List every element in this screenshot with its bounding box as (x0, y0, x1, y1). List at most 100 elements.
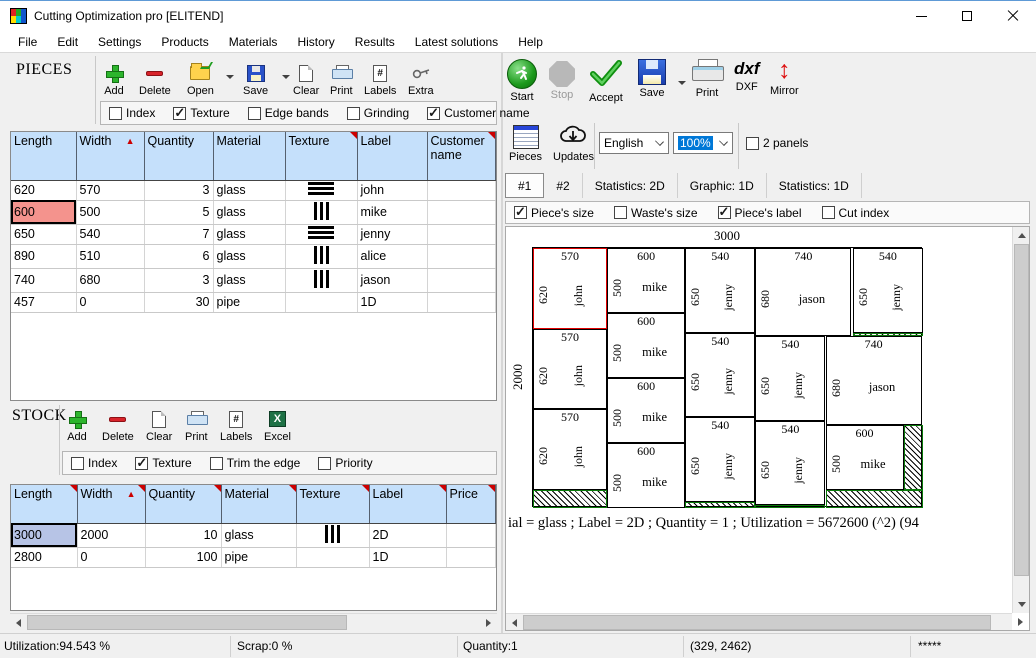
scroll-right-icon[interactable] (480, 614, 497, 631)
col-header-material[interactable]: Material (213, 132, 285, 180)
menu-products[interactable]: Products (151, 33, 218, 51)
diagram-piece[interactable]: 740680jason (826, 336, 922, 424)
col-header-quantity[interactable]: Quantity (144, 132, 213, 180)
stock-add-button[interactable]: Add (66, 409, 88, 443)
table-cell[interactable]: 500 (76, 200, 144, 224)
scroll-right-icon[interactable] (1012, 613, 1029, 630)
pieces-open-button[interactable]: Open (187, 63, 214, 97)
minimize-button[interactable] (898, 1, 944, 31)
diagram-piece[interactable]: 600500mike (607, 313, 685, 378)
table-cell[interactable] (285, 244, 357, 268)
checkbox[interactable] (135, 457, 148, 470)
stock-option-index[interactable]: Index (71, 456, 117, 470)
tab-statistics-1d[interactable]: Statistics: 1D (767, 173, 862, 198)
table-cell[interactable] (285, 224, 357, 244)
table-cell[interactable]: 600 (11, 200, 76, 224)
menu-history[interactable]: History (287, 33, 344, 51)
table-row[interactable]: 7406803glassjason (11, 268, 496, 292)
dxf-button[interactable]: dxf DXF (734, 59, 760, 93)
table-cell[interactable]: 620 (11, 180, 76, 200)
table-cell[interactable]: 457 (11, 292, 76, 312)
table-row[interactable]: 6505407glassjenny (11, 224, 496, 244)
table-cell[interactable]: 0 (76, 292, 144, 312)
diagram-piece[interactable]: 540650jenny (755, 336, 825, 421)
save-dropdown-caret[interactable] (282, 75, 290, 79)
col-header-length[interactable]: Length (11, 485, 77, 523)
tab-2[interactable]: #2 (544, 173, 582, 198)
checkbox[interactable] (248, 107, 261, 120)
updates-button[interactable]: Updates (553, 123, 594, 163)
table-cell[interactable] (285, 268, 357, 292)
tab-graphic-1d[interactable]: Graphic: 1D (678, 173, 767, 198)
zoom-select[interactable]: 100% (673, 132, 733, 154)
diagram-piece[interactable]: 540650jenny (685, 333, 755, 418)
save-result-dropdown-caret[interactable] (678, 81, 686, 85)
table-cell[interactable]: glass (213, 224, 285, 244)
pieces-labels-button[interactable]: # Labels (364, 63, 396, 97)
diagram-piece[interactable]: 570620john (533, 329, 607, 410)
stock-option-trim-edge[interactable]: Trim the edge (210, 456, 301, 470)
stock-labels-button[interactable]: # Labels (220, 409, 252, 443)
menu-materials[interactable]: Materials (219, 33, 288, 51)
pieces-option-grinding[interactable]: Grinding (347, 106, 409, 120)
pieces-option-customer-name[interactable]: Customer name (427, 106, 529, 120)
table-cell[interactable]: pipe (221, 547, 296, 567)
checkbox[interactable] (514, 206, 527, 219)
diagram-piece[interactable]: 600500mike (607, 378, 685, 443)
open-dropdown-caret[interactable] (226, 75, 234, 79)
stock-horizontal-scrollbar[interactable] (10, 613, 497, 630)
pieces-view-button[interactable]: Pieces (509, 125, 542, 163)
option-waste-size[interactable]: Waste's size (614, 206, 698, 220)
checkbox[interactable] (71, 457, 84, 470)
scrollbar-thumb[interactable] (523, 615, 991, 630)
table-cell[interactable]: john (357, 180, 427, 200)
table-cell[interactable]: glass (213, 244, 285, 268)
table-cell[interactable]: 2D (369, 523, 446, 547)
col-header-width[interactable]: Width▲ (77, 485, 145, 523)
table-cell[interactable] (427, 268, 496, 292)
table-cell[interactable]: 3000 (11, 523, 77, 547)
checkbox[interactable] (173, 107, 186, 120)
option-piece-size[interactable]: Piece's size (514, 206, 594, 220)
table-cell[interactable] (446, 547, 496, 567)
pieces-print-button[interactable]: Print (330, 63, 353, 97)
start-button[interactable]: Start (507, 59, 537, 103)
diagram-piece[interactable]: 570620john (533, 409, 607, 490)
table-cell[interactable] (427, 180, 496, 200)
stock-print-button[interactable]: Print (185, 409, 208, 443)
diagram-vertical-scrollbar[interactable] (1012, 227, 1029, 613)
col-header-texture[interactable]: Texture (285, 132, 357, 180)
table-row[interactable]: 3000200010glass2D (11, 523, 496, 547)
table-cell[interactable]: glass (213, 200, 285, 224)
table-cell[interactable]: 740 (11, 268, 76, 292)
checkbox[interactable] (746, 137, 759, 150)
table-cell[interactable]: alice (357, 244, 427, 268)
diagram-piece[interactable]: 600500mike (826, 425, 904, 490)
stock-option-priority[interactable]: Priority (318, 456, 372, 470)
col-header-material[interactable]: Material (221, 485, 296, 523)
col-header-width[interactable]: Width▲ (76, 132, 144, 180)
checkbox[interactable] (614, 206, 627, 219)
tab-statistics-2d[interactable]: Statistics: 2D (583, 173, 678, 198)
table-cell[interactable]: 0 (77, 547, 145, 567)
diagram-piece[interactable]: 600500mike (607, 248, 685, 313)
table-row[interactable]: 6005005glassmike (11, 200, 496, 224)
scroll-left-icon[interactable] (10, 614, 27, 631)
checkbox[interactable] (109, 107, 122, 120)
table-cell[interactable] (285, 180, 357, 200)
table-cell[interactable] (296, 547, 369, 567)
table-row[interactable]: 8905106glassalice (11, 244, 496, 268)
option-cut-index[interactable]: Cut index (822, 206, 890, 220)
table-cell[interactable]: glass (213, 268, 285, 292)
table-cell[interactable]: 100 (145, 547, 221, 567)
pieces-extra-button[interactable]: Extra (408, 63, 434, 97)
table-cell[interactable] (296, 523, 369, 547)
language-select[interactable]: English (599, 132, 669, 154)
table-cell[interactable]: 3 (144, 180, 213, 200)
col-header-customer[interactable]: Customer name (427, 132, 496, 180)
table-cell[interactable] (285, 200, 357, 224)
table-row[interactable]: 28000100pipe1D (11, 547, 496, 567)
table-cell[interactable]: 650 (11, 224, 76, 244)
scroll-up-icon[interactable] (1013, 227, 1030, 244)
table-cell[interactable]: jason (357, 268, 427, 292)
